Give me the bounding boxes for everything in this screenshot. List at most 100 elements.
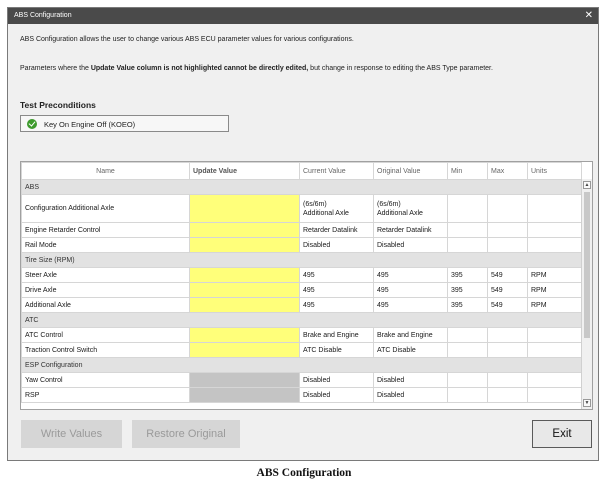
current-value-cell: ATC Disable xyxy=(299,342,374,358)
current-value-cell: 495 xyxy=(299,282,374,298)
description-bold: Update Value column is not highlighted c… xyxy=(90,65,309,72)
current-value-cell: Brake and Engine xyxy=(299,327,374,343)
max-cell xyxy=(487,237,528,253)
units-cell xyxy=(527,387,582,403)
column-header-original-value[interactable]: Original Value xyxy=(373,162,448,180)
update-value-cell[interactable] xyxy=(189,194,300,223)
cell-line: Additional Axle xyxy=(377,209,423,217)
description-suffix: but change in response to editing the AB… xyxy=(308,65,493,72)
table-row: Drive Axle 495 495 395 549 RPM xyxy=(21,282,582,298)
units-cell: RPM xyxy=(527,297,582,313)
group-row: ESP Configuration xyxy=(21,357,582,373)
current-value-cell: 495 xyxy=(299,297,374,313)
group-label: ATC xyxy=(21,312,582,328)
current-value-cell: Disabled xyxy=(299,237,374,253)
scroll-up-icon[interactable]: ▲ xyxy=(583,181,591,189)
original-value-cell: Brake and Engine xyxy=(373,327,448,343)
table-row: Configuration Additional Axle (6s/6m) Addi… xyxy=(21,194,582,223)
table-row: Yaw Control Disabled Disabled xyxy=(21,372,582,388)
table-body: ABS Configuration Additional Axle (6s/6m) A… xyxy=(21,179,582,403)
current-value-cell: Retarder Datalink xyxy=(299,222,374,238)
scroll-down-icon[interactable]: ▼ xyxy=(583,399,591,407)
update-value-cell xyxy=(189,372,300,388)
write-values-button[interactable]: Write Values xyxy=(21,420,122,448)
current-value-cell: 495 xyxy=(299,267,374,283)
vertical-scrollbar[interactable]: ▲ ▼ xyxy=(581,179,592,409)
min-cell: 395 xyxy=(447,297,488,313)
name-cell: Drive Axle xyxy=(21,282,190,298)
column-header-name[interactable]: Name xyxy=(21,162,190,180)
original-value-cell: Disabled xyxy=(373,387,448,403)
name-cell: Rail Mode xyxy=(21,237,190,253)
group-row: ABS xyxy=(21,179,582,195)
exit-button[interactable]: Exit xyxy=(532,420,592,448)
update-value-cell[interactable] xyxy=(189,327,300,343)
group-row: ATC xyxy=(21,312,582,328)
max-cell: 549 xyxy=(487,282,528,298)
min-cell xyxy=(447,194,488,223)
column-header-units[interactable]: Units xyxy=(527,162,582,180)
table-row: Additional Axle 495 495 395 549 RPM xyxy=(21,297,582,313)
update-value-cell[interactable] xyxy=(189,222,300,238)
update-value-cell[interactable] xyxy=(189,282,300,298)
update-value-cell[interactable] xyxy=(189,237,300,253)
cell-line: (6s/6m) xyxy=(303,200,327,208)
table-row: ATC Control Brake and Engine Brake and Eng… xyxy=(21,327,582,343)
update-value-cell xyxy=(189,387,300,403)
group-label: Tire Size (RPM) xyxy=(21,252,582,268)
max-cell xyxy=(487,222,528,238)
update-value-cell[interactable] xyxy=(189,342,300,358)
column-header-min[interactable]: Min xyxy=(447,162,488,180)
update-value-cell[interactable] xyxy=(189,267,300,283)
units-cell xyxy=(527,327,582,343)
name-cell: Traction Control Switch xyxy=(21,342,190,358)
table-row: RSP Disabled Disabled xyxy=(21,387,582,403)
table-row: Rail Mode Disabled Disabled xyxy=(21,237,582,253)
min-cell xyxy=(447,342,488,358)
group-row: Tire Size (RPM) xyxy=(21,252,582,268)
group-label: ESP Configuration xyxy=(21,357,582,373)
table-row: Engine Retarder Control Retarder Datalink… xyxy=(21,222,582,238)
units-cell xyxy=(527,237,582,253)
units-cell xyxy=(527,194,582,223)
original-value-cell: ATC Disable xyxy=(373,342,448,358)
name-cell: Configuration Additional Axle xyxy=(21,194,190,223)
restore-original-button[interactable]: Restore Original xyxy=(132,420,240,448)
units-cell xyxy=(527,342,582,358)
name-cell: Engine Retarder Control xyxy=(21,222,190,238)
min-cell xyxy=(447,237,488,253)
cell-line: Additional Axle xyxy=(303,209,349,217)
max-cell xyxy=(487,342,528,358)
units-cell xyxy=(527,222,582,238)
original-value-cell: (6s/6m) Additional Axle xyxy=(373,194,448,223)
close-icon[interactable]: ✕ xyxy=(585,10,593,21)
min-cell xyxy=(447,222,488,238)
units-cell: RPM xyxy=(527,267,582,283)
name-cell: RSP xyxy=(21,387,190,403)
original-value-cell: Disabled xyxy=(373,372,448,388)
max-cell: 549 xyxy=(487,267,528,283)
original-value-cell: 495 xyxy=(373,282,448,298)
group-label: ABS xyxy=(21,179,582,195)
name-cell: Additional Axle xyxy=(21,297,190,313)
max-cell xyxy=(487,372,528,388)
column-header-update-value[interactable]: Update Value xyxy=(189,162,300,180)
max-cell xyxy=(487,194,528,223)
column-header-current-value[interactable]: Current Value xyxy=(299,162,374,180)
min-cell xyxy=(447,327,488,343)
current-value-cell: Disabled xyxy=(299,387,374,403)
column-header-max[interactable]: Max xyxy=(487,162,528,180)
original-value-cell: 495 xyxy=(373,267,448,283)
test-preconditions-title: Test Preconditions xyxy=(20,100,96,110)
current-value-cell: Disabled xyxy=(299,372,374,388)
current-value-cell: (6s/6m) Additional Axle xyxy=(299,194,374,223)
description-line-2: Parameters where the Update Value column… xyxy=(20,65,493,72)
table-row: Traction Control Switch ATC Disable ATC Di… xyxy=(21,342,582,358)
description-line-1: ABS Configuration allows the user to cha… xyxy=(20,36,354,43)
update-value-cell[interactable] xyxy=(189,297,300,313)
name-cell: ATC Control xyxy=(21,327,190,343)
original-value-cell: 495 xyxy=(373,297,448,313)
scrollbar-thumb[interactable] xyxy=(584,192,590,338)
min-cell: 395 xyxy=(447,282,488,298)
min-cell xyxy=(447,372,488,388)
